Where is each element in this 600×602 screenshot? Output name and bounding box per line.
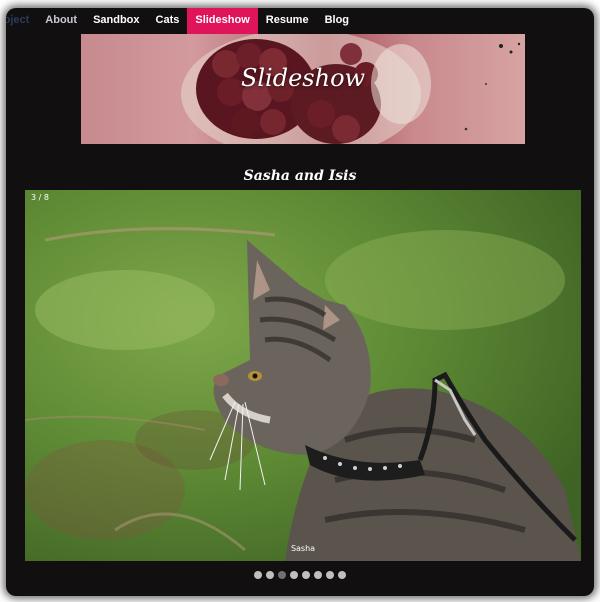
nav-item-resume[interactable]: Resume: [258, 8, 317, 34]
slide-dot-8[interactable]: [338, 571, 346, 579]
hero-title: Slideshow: [240, 64, 366, 92]
slide-dots: [6, 571, 594, 579]
slide-dot-7[interactable]: [326, 571, 334, 579]
slide-counter: 3 / 8: [31, 193, 49, 202]
slide-dot-3[interactable]: [278, 571, 286, 579]
nav-item-blog[interactable]: Blog: [317, 8, 357, 34]
slide-image-container[interactable]: 3 / 8 Sasha: [25, 190, 581, 561]
top-nav: Project About Sandbox Cats Slideshow Res…: [6, 8, 594, 34]
slide-dot-2[interactable]: [266, 571, 274, 579]
page-frame: Project About Sandbox Cats Slideshow Res…: [6, 8, 594, 596]
slide-dot-4[interactable]: [290, 571, 298, 579]
slide-dot-1[interactable]: [254, 571, 262, 579]
slide-caption: Sasha: [290, 544, 316, 553]
nav-item-cats[interactable]: Cats: [148, 8, 188, 34]
nav-item-sandbox[interactable]: Sandbox: [85, 8, 147, 34]
slide-dot-5[interactable]: [302, 571, 310, 579]
cat-photo: [25, 190, 581, 561]
nav-item-slideshow[interactable]: Slideshow: [187, 8, 258, 34]
slide-dot-6[interactable]: [314, 571, 322, 579]
slide-heading: Sasha and Isis: [243, 168, 357, 184]
hero-banner: Slideshow: [81, 34, 525, 144]
nav-item-about[interactable]: About: [37, 8, 85, 34]
nav-item-project[interactable]: Project: [6, 8, 37, 34]
